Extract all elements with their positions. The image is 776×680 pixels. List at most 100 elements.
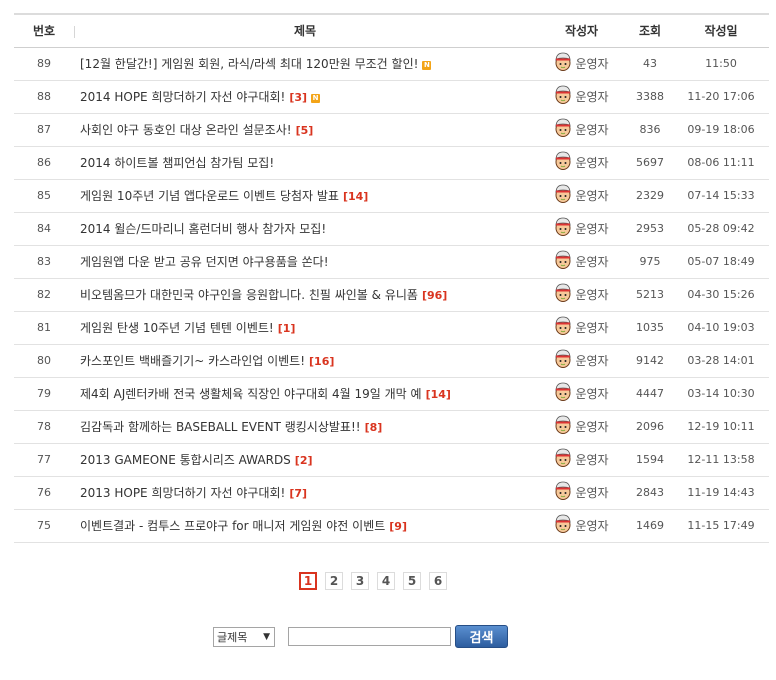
author-name[interactable]: 운영자	[575, 385, 608, 402]
post-title-link[interactable]: 2014 하이트볼 챔피언십 참가팀 모집!	[80, 156, 274, 170]
avatar-icon	[554, 316, 572, 339]
table-row[interactable]: 75 이벤트결과 - 컴투스 프로야구 for 매니저 게임원 야전 이벤트 [9]…	[14, 509, 769, 542]
post-title-cell: 2014 HOPE 희망더하기 자선 야구대회! [3] N	[74, 80, 536, 113]
table-row[interactable]: 89 [12월 한달간!] 게임원 회원, 라식/라섹 최대 120만원 무조건 …	[14, 47, 769, 80]
author-name[interactable]: 운영자	[575, 88, 608, 105]
post-date: 07-14 15:33	[687, 189, 755, 202]
comment-count[interactable]: [14]	[426, 388, 451, 401]
search-input[interactable]	[288, 627, 451, 646]
post-author-cell: 운영자	[536, 311, 627, 344]
comment-count[interactable]: [5]	[296, 124, 314, 137]
author-name[interactable]: 운영자	[575, 154, 608, 171]
post-title-link[interactable]: 제4회 AJ렌터카배 전국 생활체육 직장인 야구대회 4월 19일 개막 예	[80, 387, 422, 401]
table-row[interactable]: 77 2013 GAMEONE 통합시리즈 AWARDS [2] 운영자 1594 12-…	[14, 443, 769, 476]
table-row[interactable]: 82 비오템옴므가 대한민국 야구인을 응원합니다. 친필 싸인볼 & 유니폼 [9…	[14, 278, 769, 311]
author-name[interactable]: 운영자	[575, 451, 608, 468]
post-date: 12-19 10:11	[687, 420, 755, 433]
author-name[interactable]: 운영자	[575, 418, 608, 435]
page-link-4[interactable]: 4	[377, 572, 395, 590]
author-name[interactable]: 운영자	[575, 286, 608, 303]
avatar-icon	[554, 415, 572, 438]
avatar-icon	[554, 349, 572, 372]
post-title-link[interactable]: 게임원 10주년 기념 앱다운로드 이벤트 당첨자 발표	[80, 189, 339, 203]
table-row[interactable]: 79 제4회 AJ렌터카배 전국 생활체육 직장인 야구대회 4월 19일 개막 …	[14, 377, 769, 410]
search-bar: 글제목 ▼ 검색	[213, 625, 508, 648]
author-name[interactable]: 운영자	[575, 352, 608, 369]
post-title-cell: 게임원 10주년 기념 앱다운로드 이벤트 당첨자 발표 [14]	[74, 179, 536, 212]
post-title-link[interactable]: 카스포인트 백배즐기기~ 카스라인업 이벤트!	[80, 354, 305, 368]
table-row[interactable]: 76 2013 HOPE 희망더하기 자선 야구대회! [7] 운영자 2843 11-1…	[14, 476, 769, 509]
post-title-link[interactable]: 게임원 탄생 10주년 기념 텐텐 이벤트!	[80, 321, 274, 335]
author-name[interactable]: 운영자	[575, 319, 608, 336]
post-views: 2096	[636, 420, 664, 433]
page-link-3[interactable]: 3	[351, 572, 369, 590]
table-row[interactable]: 81 게임원 탄생 10주년 기념 텐텐 이벤트! [1] 운영자 1035 04-10 …	[14, 311, 769, 344]
author-name[interactable]: 운영자	[575, 220, 608, 237]
post-date: 08-06 11:11	[687, 156, 755, 169]
comment-count[interactable]: [14]	[343, 190, 368, 203]
table-row[interactable]: 84 2014 윌슨/드마리니 홈런더비 행사 참가자 모집! 운영자 2953 05-…	[14, 212, 769, 245]
table-row[interactable]: 83 게임원앱 다운 받고 공유 던지면 야구용품을 쏜다! 운영자 975 05-07…	[14, 245, 769, 278]
post-title-link[interactable]: [12월 한달간!] 게임원 회원, 라식/라섹 최대 120만원 무조건 할인…	[80, 57, 418, 71]
post-number: 79	[37, 387, 51, 400]
post-views: 975	[639, 255, 661, 268]
comment-count[interactable]: [96]	[422, 289, 447, 302]
author-name[interactable]: 운영자	[575, 187, 608, 204]
table-row[interactable]: 80 카스포인트 백배즐기기~ 카스라인업 이벤트! [16] 운영자 9142 03-2…	[14, 344, 769, 377]
post-list: 89 [12월 한달간!] 게임원 회원, 라식/라섹 최대 120만원 무조건 …	[14, 47, 769, 542]
post-author-cell: 운영자	[536, 146, 627, 179]
table-row[interactable]: 87 사회인 야구 동호인 대상 온라인 설문조사! [5] 운영자 836 09-19 …	[14, 113, 769, 146]
avatar-icon	[554, 184, 572, 207]
table-row[interactable]: 86 2014 하이트볼 챔피언십 참가팀 모집! 운영자 5697 08-06 11:…	[14, 146, 769, 179]
avatar-icon	[554, 85, 572, 108]
page-link-1[interactable]: 1	[299, 572, 317, 590]
search-button[interactable]: 검색	[455, 625, 508, 648]
author-name[interactable]: 운영자	[575, 484, 608, 501]
search-field-value: 글제목	[217, 630, 248, 644]
post-number: 77	[37, 453, 51, 466]
post-date: 12-11 13:58	[687, 453, 755, 466]
post-title-cell: 비오템옴므가 대한민국 야구인을 응원합니다. 친필 싸인볼 & 유니폼 [96]	[74, 278, 536, 311]
author-name[interactable]: 운영자	[575, 517, 608, 534]
post-title-cell: 게임원앱 다운 받고 공유 던지면 야구용품을 쏜다!	[74, 245, 536, 278]
comment-count[interactable]: [7]	[289, 487, 307, 500]
post-views: 2953	[636, 222, 664, 235]
post-title-cell: 2013 GAMEONE 통합시리즈 AWARDS [2]	[74, 443, 536, 476]
post-date: 11-20 17:06	[687, 90, 755, 103]
comment-count[interactable]: [9]	[389, 520, 407, 533]
post-title-link[interactable]: 게임원앱 다운 받고 공유 던지면 야구용품을 쏜다!	[80, 255, 329, 269]
post-date: 04-30 15:26	[687, 288, 755, 301]
table-row[interactable]: 78 김감독과 함께하는 BASEBALL EVENT 랭킹시상발표!! [8] 운영…	[14, 410, 769, 443]
author-name[interactable]: 운영자	[575, 253, 608, 270]
post-title-link[interactable]: 2013 HOPE 희망더하기 자선 야구대회!	[80, 486, 285, 500]
post-title-cell: 2014 하이트볼 챔피언십 참가팀 모집!	[74, 146, 536, 179]
comment-count[interactable]: [8]	[365, 421, 383, 434]
table-row[interactable]: 85 게임원 10주년 기념 앱다운로드 이벤트 당첨자 발표 [14] 운영자 232…	[14, 179, 769, 212]
comment-count[interactable]: [16]	[309, 355, 334, 368]
post-title-link[interactable]: 김감독과 함께하는 BASEBALL EVENT 랭킹시상발표!!	[80, 420, 361, 434]
comment-count[interactable]: [1]	[278, 322, 296, 335]
post-title-link[interactable]: 2013 GAMEONE 통합시리즈 AWARDS	[80, 453, 291, 467]
post-title-link[interactable]: 이벤트결과 - 컴투스 프로야구 for 매니저 게임원 야전 이벤트	[80, 519, 385, 533]
table-row[interactable]: 88 2014 HOPE 희망더하기 자선 야구대회! [3] N 운영자 3388 11-…	[14, 80, 769, 113]
author-name[interactable]: 운영자	[575, 55, 608, 72]
post-title-link[interactable]: 2014 HOPE 희망더하기 자선 야구대회!	[80, 90, 285, 104]
page-link-6[interactable]: 6	[429, 572, 447, 590]
comment-count[interactable]: [3]	[289, 91, 307, 104]
search-field-select[interactable]: 글제목 ▼	[213, 626, 275, 647]
post-title-link[interactable]: 2014 윌슨/드마리니 홈런더비 행사 참가자 모집!	[80, 222, 326, 236]
page-link-5[interactable]: 5	[403, 572, 421, 590]
post-date: 11-15 17:49	[687, 519, 755, 532]
post-title-link[interactable]: 사회인 야구 동호인 대상 온라인 설문조사!	[80, 123, 292, 137]
post-views: 2843	[636, 486, 664, 499]
author-name[interactable]: 운영자	[575, 121, 608, 138]
post-title-link[interactable]: 비오템옴므가 대한민국 야구인을 응원합니다. 친필 싸인볼 & 유니폼	[80, 288, 418, 302]
comment-count[interactable]: [2]	[295, 454, 313, 467]
page-link-2[interactable]: 2	[325, 572, 343, 590]
post-author-cell: 운영자	[536, 443, 627, 476]
avatar-icon	[554, 151, 572, 174]
post-title-cell: 2013 HOPE 희망더하기 자선 야구대회! [7]	[74, 476, 536, 509]
post-number: 86	[37, 156, 51, 169]
post-title-cell: [12월 한달간!] 게임원 회원, 라식/라섹 최대 120만원 무조건 할인…	[74, 47, 536, 80]
post-title-cell: 제4회 AJ렌터카배 전국 생활체육 직장인 야구대회 4월 19일 개막 예 […	[74, 377, 536, 410]
